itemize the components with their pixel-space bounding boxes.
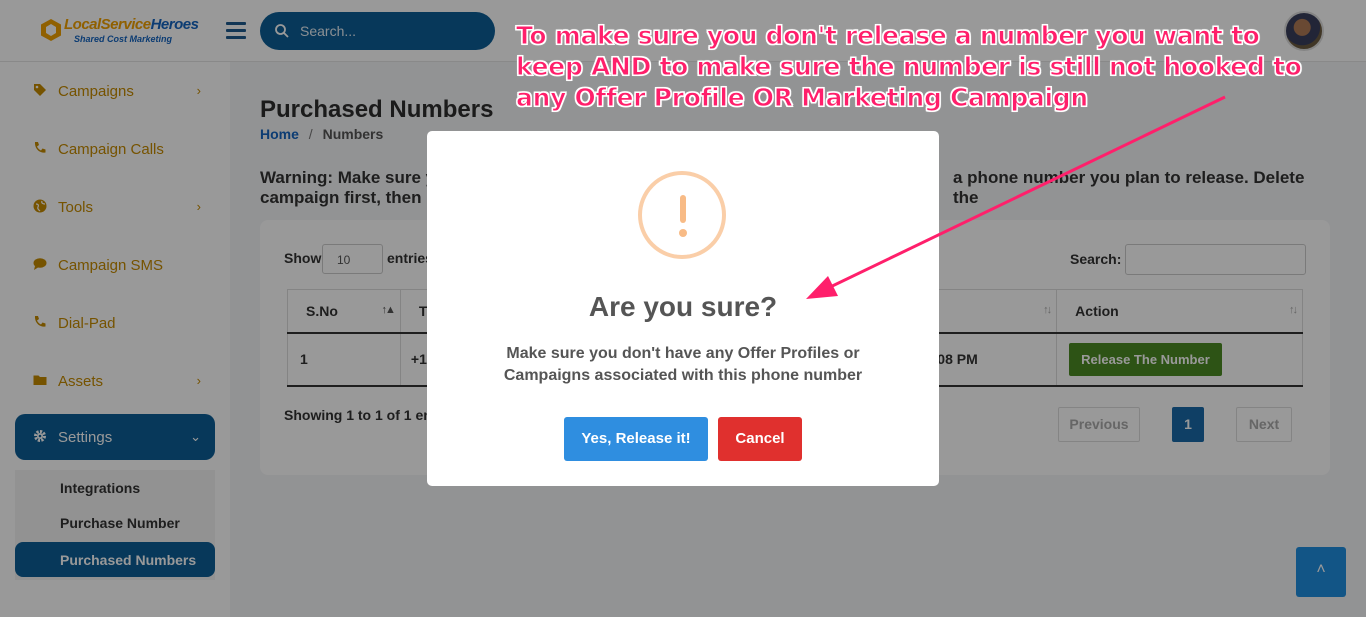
- annotation-callout: To make sure you don't release a number …: [516, 21, 1303, 113]
- confirm-release-button[interactable]: Yes, Release it!: [564, 417, 708, 461]
- dialog-message: Make sure you don't have any Offer Profi…: [503, 345, 863, 384]
- cancel-button[interactable]: Cancel: [718, 417, 802, 461]
- confirm-dialog: Are you sure? Make sure you don't have a…: [427, 131, 939, 486]
- dialog-title: Are you sure?: [588, 291, 778, 322]
- warning-icon: [638, 171, 726, 259]
